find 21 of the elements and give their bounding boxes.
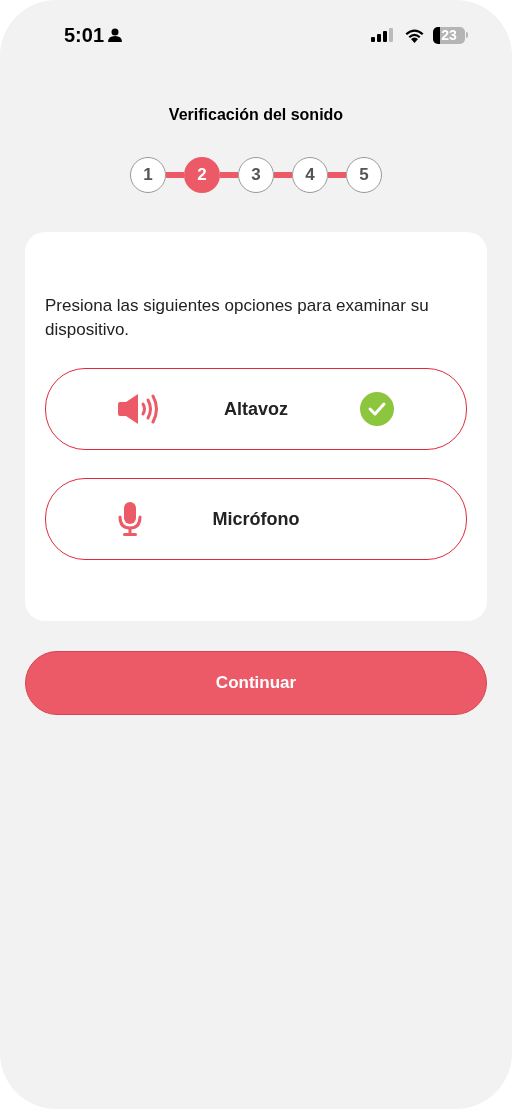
battery-level: 23 <box>441 28 457 42</box>
instructions: Presiona las siguientes opciones para examinar su dispositivo. <box>45 295 430 341</box>
option-button[interactable]: Altavoz <box>45 368 467 450</box>
step-connector <box>274 172 292 178</box>
page-title: Verificación del sonido <box>168 105 344 125</box>
step-connector <box>166 172 184 178</box>
step-indicator: 1 <box>130 157 166 193</box>
microphone-icon <box>118 502 142 536</box>
option-button[interactable]: Micrófono <box>45 478 467 560</box>
battery-charge <box>433 26 440 44</box>
status-time: 5:01 <box>64 23 105 48</box>
step-indicator: 4 <box>292 157 328 193</box>
wifi-icon <box>404 27 425 43</box>
speaker-icon <box>118 393 160 425</box>
step-connector <box>220 172 238 178</box>
signal-icon <box>371 28 396 42</box>
step-indicator: 2 <box>184 157 220 193</box>
person-icon <box>108 28 123 42</box>
step-connector <box>328 172 346 178</box>
step-indicator: 5 <box>346 157 382 193</box>
step-indicator: 3 <box>238 157 274 193</box>
